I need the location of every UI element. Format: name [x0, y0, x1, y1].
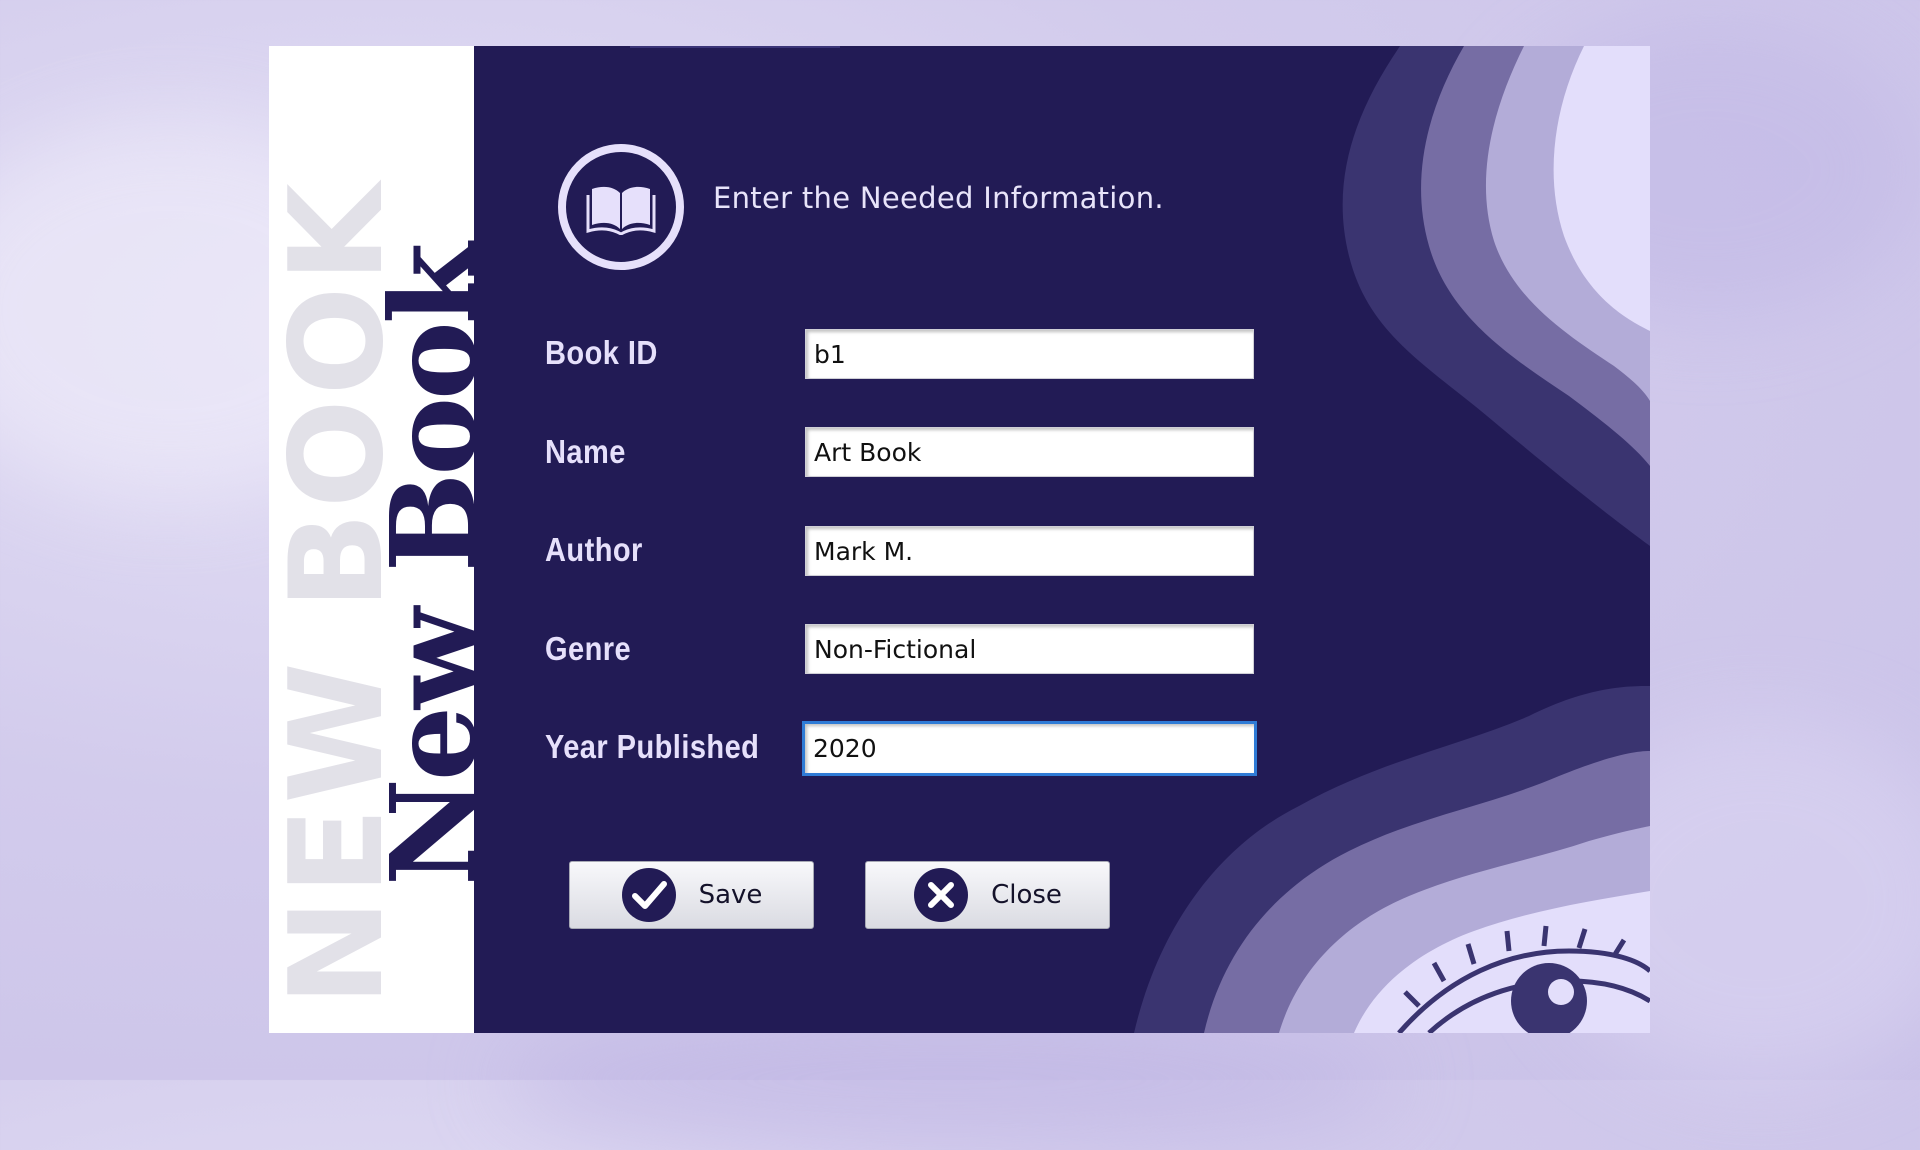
year-published-input[interactable]: [802, 721, 1257, 776]
open-book-icon: [558, 144, 684, 270]
x-circle-icon: [914, 868, 969, 922]
book-id-label: Book ID: [545, 334, 658, 371]
book-id-input[interactable]: [805, 329, 1254, 379]
author-label: Author: [545, 531, 643, 568]
close-button[interactable]: Close: [865, 861, 1110, 929]
author-input[interactable]: [805, 526, 1254, 576]
side-banner: NEW BOOK New Book: [269, 46, 474, 1033]
top-divider: [630, 46, 840, 48]
main-title: New Book: [364, 245, 474, 887]
genre-input[interactable]: [805, 624, 1254, 674]
instructions-text: Enter the Needed Information.: [713, 181, 1164, 215]
name-input[interactable]: [805, 427, 1254, 477]
year-published-label: Year Published: [545, 728, 760, 765]
close-label: Close: [991, 880, 1062, 910]
name-label: Name: [545, 433, 626, 470]
checkmark-icon: [621, 868, 676, 922]
genre-label: Genre: [545, 630, 632, 667]
new-book-dialog: NEW BOOK New Book Enter the Needed Infor…: [269, 46, 1650, 1033]
eye-icon: [1397, 925, 1650, 1033]
save-label: Save: [698, 880, 763, 910]
save-button[interactable]: Save: [569, 861, 814, 929]
